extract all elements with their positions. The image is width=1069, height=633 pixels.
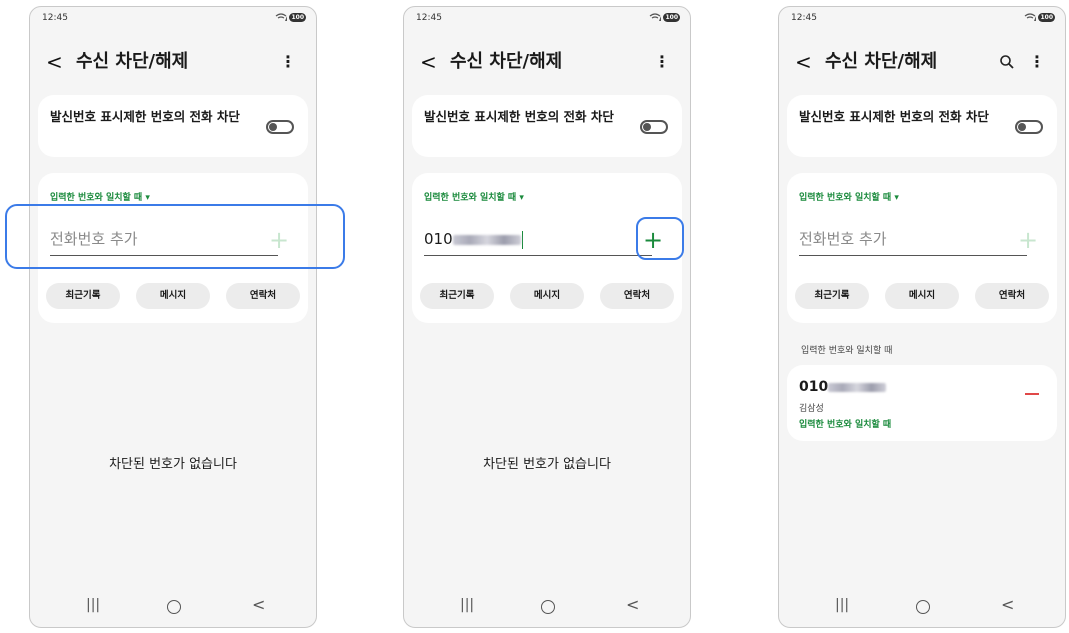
status-time: 12:45: [42, 13, 68, 23]
hidden-number-toggle[interactable]: [640, 120, 668, 134]
redacted-number: [452, 234, 521, 245]
toggle-label: 발신번호 표시제한 번호의 전화 차단: [799, 109, 989, 124]
recent-apps-icon[interactable]: |||: [86, 597, 100, 613]
add-number-plus-icon[interactable]: +: [1013, 225, 1043, 255]
typed-number-prefix: 010: [424, 230, 453, 248]
redacted-number: [828, 382, 887, 392]
contacts-button[interactable]: 연락처: [975, 283, 1049, 309]
empty-list-message: 차단된 번호가 없습니다: [109, 457, 237, 472]
search-icon[interactable]: [999, 54, 1015, 70]
toggle-label: 발신번호 표시제한 번호의 전화 차단: [424, 109, 614, 124]
blocked-section-label: 입력한 번호와 일치할 때: [801, 346, 893, 356]
phone-number-input[interactable]: 전화번호 추가: [799, 225, 1027, 256]
status-time: 12:45: [416, 13, 442, 23]
phone-screen-1: 12:45 100 < 수신 차단/해제 ⋮ 발신번호 표시제한 번호의 전화 …: [29, 6, 317, 628]
battery-icon: 100: [1038, 13, 1055, 22]
app-bar: < 수신 차단/해제 ⋮: [46, 51, 304, 75]
status-bar: 12:45 100: [789, 13, 1055, 27]
match-rule-dropdown[interactable]: 입력한 번호와 일치할 때 ▾: [799, 190, 899, 203]
status-bar: 12:45 100: [414, 13, 680, 27]
phone-screen-3: 12:45 100 < 수신 차단/해제 ⋮ 발신번호 표시제한 번호의 전화 …: [778, 6, 1066, 628]
home-icon[interactable]: [541, 600, 555, 614]
hidden-number-block-card[interactable]: 발신번호 표시제한 번호의 전화 차단: [38, 95, 308, 157]
page-title: 수신 차단/해제: [76, 51, 189, 72]
system-nav-bar: ||| <: [404, 595, 690, 615]
toggle-label: 발신번호 표시제한 번호의 전화 차단: [50, 109, 240, 124]
more-options-icon[interactable]: ⋮: [1029, 52, 1045, 72]
match-rule-label: 입력한 번호와 일치할 때: [799, 420, 892, 430]
nav-back-icon[interactable]: <: [626, 595, 639, 614]
contacts-button[interactable]: 연락처: [226, 283, 300, 309]
battery-icon: 100: [289, 13, 306, 22]
text-cursor: [521, 230, 524, 249]
app-bar: < 수신 차단/해제 ⋮: [795, 51, 1053, 75]
recent-log-button[interactable]: 최근기록: [795, 283, 869, 309]
recent-apps-icon[interactable]: |||: [835, 597, 849, 613]
page-title: 수신 차단/해제: [825, 51, 938, 72]
blocked-number: 010: [799, 379, 887, 395]
phone-number-input[interactable]: 010: [424, 225, 652, 256]
hidden-number-toggle[interactable]: [266, 120, 294, 134]
messages-button[interactable]: 메시지: [885, 283, 959, 309]
empty-list-message: 차단된 번호가 없습니다: [483, 457, 611, 472]
recent-log-button[interactable]: 최근기록: [420, 283, 494, 309]
input-highlight-box: [5, 204, 345, 269]
system-nav-bar: ||| <: [779, 595, 1065, 615]
more-options-icon[interactable]: ⋮: [280, 52, 296, 72]
wifi-signal-icon: [276, 13, 288, 21]
recent-log-button[interactable]: 최근기록: [46, 283, 120, 309]
status-time: 12:45: [791, 13, 817, 23]
phone-screen-2: 12:45 100 < 수신 차단/해제 ⋮ 발신번호 표시제한 번호의 전화 …: [403, 6, 691, 628]
nav-back-icon[interactable]: <: [1001, 595, 1014, 614]
contact-name: 김삼성: [799, 404, 824, 414]
app-bar: < 수신 차단/해제 ⋮: [420, 51, 678, 75]
match-rule-dropdown[interactable]: 입력한 번호와 일치할 때 ▾: [50, 190, 150, 203]
back-arrow-icon[interactable]: <: [420, 51, 437, 73]
back-arrow-icon[interactable]: <: [46, 51, 63, 73]
messages-button[interactable]: 메시지: [136, 283, 210, 309]
blocked-number-item[interactable]: 010 김삼성 입력한 번호와 일치할 때: [787, 365, 1057, 441]
home-icon[interactable]: [167, 600, 181, 614]
nav-back-icon[interactable]: <: [252, 595, 265, 614]
status-bar: 12:45 100: [40, 13, 306, 27]
wifi-signal-icon: [1025, 13, 1037, 21]
hidden-number-block-card[interactable]: 발신번호 표시제한 번호의 전화 차단: [412, 95, 682, 157]
remove-minus-icon[interactable]: [1025, 393, 1039, 395]
recent-apps-icon[interactable]: |||: [460, 597, 474, 613]
back-arrow-icon[interactable]: <: [795, 51, 812, 73]
home-icon[interactable]: [916, 600, 930, 614]
plus-highlight-box: [636, 217, 684, 260]
add-number-card: 입력한 번호와 일치할 때 ▾ 전화번호 추가 + 최근기록 메시지 연락처: [787, 173, 1057, 323]
hidden-number-block-card[interactable]: 발신번호 표시제한 번호의 전화 차단: [787, 95, 1057, 157]
contacts-button[interactable]: 연락처: [600, 283, 674, 309]
match-rule-dropdown[interactable]: 입력한 번호와 일치할 때 ▾: [424, 190, 524, 203]
hidden-number-toggle[interactable]: [1015, 120, 1043, 134]
system-nav-bar: ||| <: [30, 595, 316, 615]
page-title: 수신 차단/해제: [450, 51, 563, 72]
messages-button[interactable]: 메시지: [510, 283, 584, 309]
more-options-icon[interactable]: ⋮: [654, 52, 670, 72]
wifi-signal-icon: [650, 13, 662, 21]
battery-icon: 100: [663, 13, 680, 22]
